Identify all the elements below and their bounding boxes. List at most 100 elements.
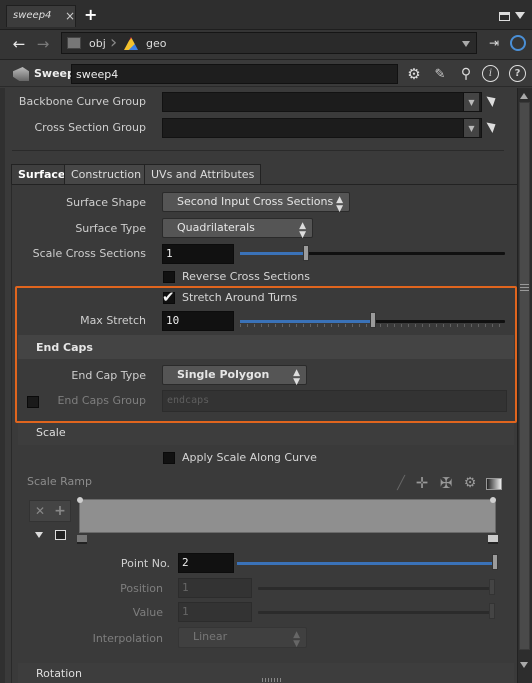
position-slider	[258, 587, 495, 590]
end-caps-group-field: endcaps	[162, 390, 507, 412]
interpolation-value: Linear	[193, 630, 228, 643]
ramp-mode-icon[interactable]	[55, 530, 66, 540]
value-label: Value	[132, 606, 163, 619]
pane-tab-label: sweep4	[13, 10, 52, 21]
divider	[12, 150, 504, 151]
node-name-field[interactable]: sweep4	[71, 64, 398, 84]
scale-header[interactable]	[18, 423, 514, 445]
move-cross-icon[interactable]: ✛	[414, 474, 430, 492]
forward-arrow-icon[interactable]: →	[34, 35, 52, 53]
scale-ramp-label: Scale Ramp	[27, 475, 92, 488]
rotation-heading: Rotation	[36, 667, 83, 680]
point-no-label: Point No.	[120, 557, 170, 570]
point-no-field[interactable]: 2	[178, 553, 234, 573]
delete-key-icon[interactable]: ✕	[31, 502, 49, 520]
stretch-around-turns-label: Stretch Around Turns	[182, 291, 298, 304]
geo-node-icon	[124, 37, 138, 50]
updown-icon: ▲ ▼	[293, 368, 300, 387]
path-geo[interactable]: geo	[146, 37, 166, 50]
close-icon[interactable]: ×	[65, 9, 75, 23]
reverse-cross-sections-checkbox[interactable]	[163, 271, 175, 283]
interpolation-menu: Linear ▲ ▼	[178, 627, 307, 649]
surface-type-menu[interactable]: Quadrilaterals ▲ ▼	[162, 218, 313, 240]
apply-scale-checkbox[interactable]	[163, 452, 175, 464]
position-handle	[489, 579, 495, 595]
expand-triangle-icon[interactable]	[35, 532, 43, 538]
add-key-icon[interactable]: +	[51, 502, 69, 520]
end-caps-group-placeholder: endcaps	[167, 395, 210, 406]
tab-bar	[0, 0, 532, 30]
ramp-marker-start[interactable]	[77, 535, 87, 544]
path-separator-icon: ›	[110, 32, 118, 53]
scale-cross-sections-slider[interactable]	[240, 252, 505, 255]
position-field: 1	[178, 578, 252, 598]
ramp-key-end[interactable]	[490, 497, 496, 503]
node-name-value: sweep4	[76, 68, 119, 81]
updown-icon: ▲ ▼	[336, 195, 343, 214]
value-field: 1	[178, 602, 252, 622]
end-cap-type-value: Single Polygon	[177, 368, 270, 381]
pin-icon[interactable]: ⇥	[486, 36, 502, 50]
surface-type-label: Surface Type	[75, 222, 146, 235]
maximize-icon[interactable]	[499, 12, 510, 21]
reverse-cross-sections-label: Reverse Cross Sections	[182, 270, 310, 283]
scale-cross-sections-field[interactable]: 1	[162, 244, 234, 264]
cross-section-group-field[interactable]	[162, 118, 482, 138]
tab-uvs-and-attributes[interactable]: UVs and Attributes	[144, 164, 262, 184]
scale-cross-sections-handle[interactable]	[303, 245, 309, 261]
max-stretch-label: Max Stretch	[80, 314, 146, 327]
point-no-slider[interactable]	[237, 562, 495, 565]
backbone-curve-group-field[interactable]	[162, 92, 482, 112]
info-icon[interactable]: i	[482, 65, 499, 82]
end-cap-type-label: End Cap Type	[71, 369, 146, 382]
end-cap-type-menu[interactable]: Single Polygon ▲ ▼	[162, 365, 307, 387]
scale-cross-sections-label: Scale Cross Sections	[32, 247, 146, 260]
scroll-up-icon[interactable]	[520, 93, 528, 99]
checkmark-icon: ✔	[162, 288, 175, 306]
updown-icon: ▲ ▼	[293, 630, 300, 649]
scrollbar-thumb[interactable]	[519, 102, 530, 650]
new-tab-icon[interactable]: +	[84, 5, 97, 24]
resize-grip-icon[interactable]	[262, 678, 282, 682]
max-stretch-handle[interactable]	[370, 312, 376, 328]
end-caps-group-label: End Caps Group	[57, 394, 146, 407]
cross-section-group-label: Cross Section Group	[34, 121, 146, 134]
pane-menu-icon[interactable]	[515, 12, 525, 19]
point-no-handle[interactable]	[492, 554, 498, 570]
path-field[interactable]: obj › geo	[61, 32, 477, 54]
scroll-grip-icon	[520, 283, 529, 291]
help-icon[interactable]: ?	[509, 65, 526, 82]
position-label: Position	[120, 582, 163, 595]
path-dropdown-icon[interactable]	[462, 41, 470, 47]
max-stretch-field[interactable]: 10	[162, 311, 234, 331]
gear-icon[interactable]: ⚙	[462, 475, 478, 491]
search-icon[interactable]: ⚲	[456, 64, 476, 84]
ramp-canvas[interactable]	[79, 499, 496, 533]
value-slider	[258, 611, 495, 614]
gradient-icon[interactable]	[486, 478, 502, 490]
ramp-key-start[interactable]	[77, 497, 83, 503]
cross-section-dropdown-icon[interactable]: ▼	[463, 119, 479, 137]
obj-network-icon	[67, 37, 81, 49]
tab-construction[interactable]: Construction	[64, 164, 149, 184]
surface-shape-value: Second Input Cross Sections	[177, 195, 334, 208]
surface-shape-menu[interactable]: Second Input Cross Sections ▲ ▼	[162, 192, 350, 214]
pen-icon[interactable]: ╱	[394, 476, 408, 491]
move-cross-icon[interactable]: ✠	[438, 474, 454, 492]
backbone-dropdown-icon[interactable]: ▼	[463, 93, 479, 111]
backbone-curve-group-label: Backbone Curve Group	[18, 95, 146, 108]
link-icon[interactable]	[510, 35, 526, 51]
gear-icon[interactable]: ⚙	[404, 64, 424, 84]
ramp-marker-end[interactable]	[488, 535, 498, 544]
scale-heading: Scale	[36, 426, 66, 439]
node-type-label: Sweep	[34, 67, 75, 80]
scroll-down-icon[interactable]	[520, 662, 528, 668]
brush-icon[interactable]: ✎	[430, 64, 450, 84]
surface-type-value: Quadrilaterals	[177, 221, 255, 234]
back-arrow-icon[interactable]: ←	[10, 35, 28, 53]
surface-shape-label: Surface Shape	[66, 196, 146, 209]
end-caps-heading: End Caps	[36, 341, 93, 354]
path-obj[interactable]: obj	[89, 37, 106, 50]
pane-tab-sweep4[interactable]: sweep4 ×	[6, 5, 76, 27]
updown-icon: ▲ ▼	[299, 221, 306, 240]
